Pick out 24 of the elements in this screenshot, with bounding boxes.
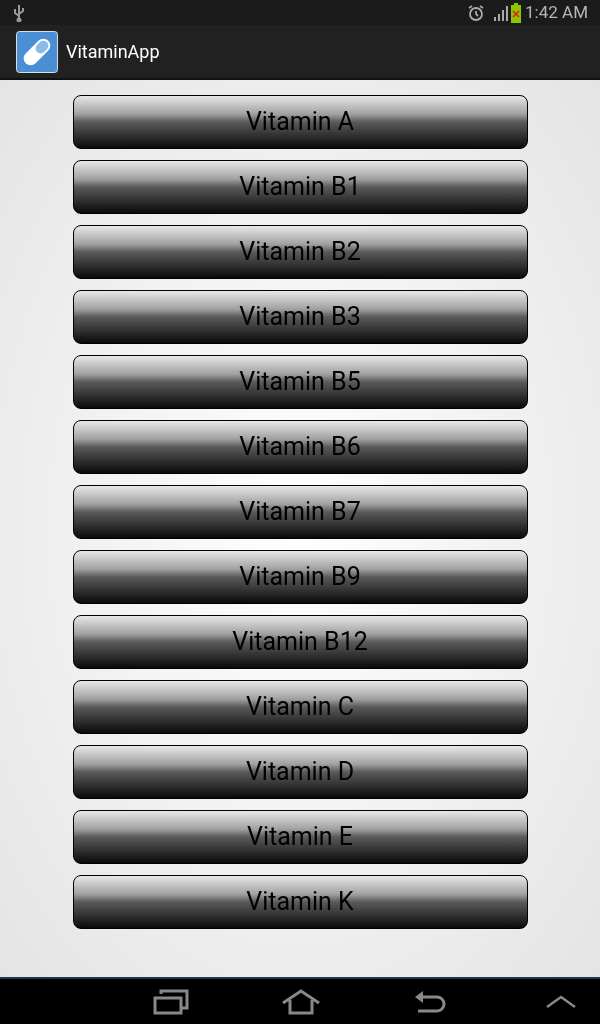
- vitamin-button[interactable]: Vitamin A: [72, 95, 528, 149]
- vitamin-button[interactable]: Vitamin E: [72, 810, 528, 864]
- capsule-icon[interactable]: [16, 30, 58, 73]
- status-time: 1:42 AM: [525, 0, 588, 24]
- up-caret-icon[interactable]: [546, 994, 576, 1009]
- recent-apps-icon[interactable]: [153, 988, 189, 1015]
- vitamin-button[interactable]: Vitamin D: [72, 745, 528, 799]
- vitamin-button[interactable]: Vitamin C: [72, 680, 528, 734]
- signal-icon: [493, 4, 510, 21]
- usb-icon: [12, 3, 26, 22]
- vitamin-button[interactable]: Vitamin B1: [72, 160, 528, 214]
- vitamin-button[interactable]: Vitamin B12: [72, 615, 528, 669]
- battery-icon: [511, 2, 522, 23]
- vitamin-button[interactable]: Vitamin B9: [72, 550, 528, 604]
- alarm-icon: [467, 3, 486, 22]
- vitamin-button[interactable]: Vitamin B7: [72, 485, 528, 539]
- vitamin-button[interactable]: Vitamin B6: [72, 420, 528, 474]
- back-icon[interactable]: [413, 988, 447, 1015]
- vitamin-button[interactable]: Vitamin B5: [72, 355, 528, 409]
- app-title: VitaminApp: [66, 40, 160, 64]
- vitamin-button[interactable]: Vitamin B2: [72, 225, 528, 279]
- vitamin-button[interactable]: Vitamin K: [72, 875, 528, 929]
- vitamin-button[interactable]: Vitamin B3: [72, 290, 528, 344]
- home-icon[interactable]: [281, 988, 321, 1015]
